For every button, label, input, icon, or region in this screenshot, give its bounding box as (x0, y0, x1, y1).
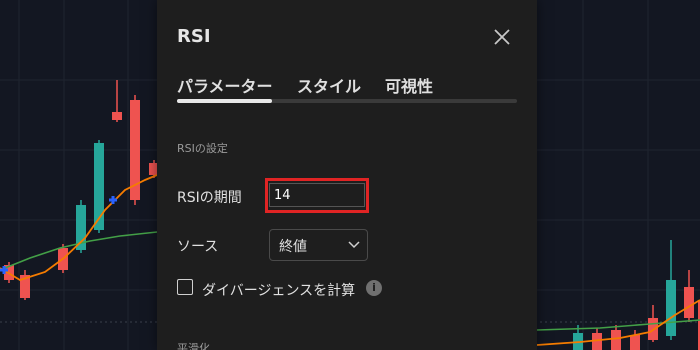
close-icon[interactable] (493, 28, 511, 46)
source-select[interactable]: 終値 (269, 229, 368, 261)
section-title: RSIの設定 (177, 142, 228, 155)
divergence-checkbox[interactable] (177, 279, 193, 295)
chevron-down-icon (348, 241, 360, 249)
tab-active-indicator (177, 99, 272, 103)
rsi-settings-dialog: RSI パラメーター スタイル 可視性 RSIの設定 RSIの期間 ソース 終値… (157, 0, 537, 350)
candle-body (666, 280, 676, 336)
tab-style[interactable]: スタイル (297, 73, 361, 97)
period-label: RSIの期間 (177, 190, 242, 206)
candle-body (112, 112, 122, 120)
candle-body (684, 287, 694, 318)
source-label: ソース (177, 239, 219, 255)
dialog-title: RSI (177, 26, 211, 47)
tab-visibility[interactable]: 可視性 (385, 73, 433, 97)
cross-marker-icon (109, 196, 117, 204)
info-icon[interactable]: i (366, 280, 382, 296)
source-select-value: 終値 (279, 239, 307, 255)
screen: RSI パラメーター スタイル 可視性 RSIの設定 RSIの期間 ソース 終値… (0, 0, 700, 350)
divergence-label: ダイバージェンスを計算 (202, 283, 356, 299)
candle-body (630, 335, 640, 350)
rsi-period-input[interactable] (269, 183, 365, 207)
tab-indicator-track (177, 99, 517, 103)
candle-body (611, 330, 621, 350)
tab-parameters[interactable]: パラメーター (177, 73, 273, 97)
next-section-title: 平滑化 (177, 342, 210, 350)
